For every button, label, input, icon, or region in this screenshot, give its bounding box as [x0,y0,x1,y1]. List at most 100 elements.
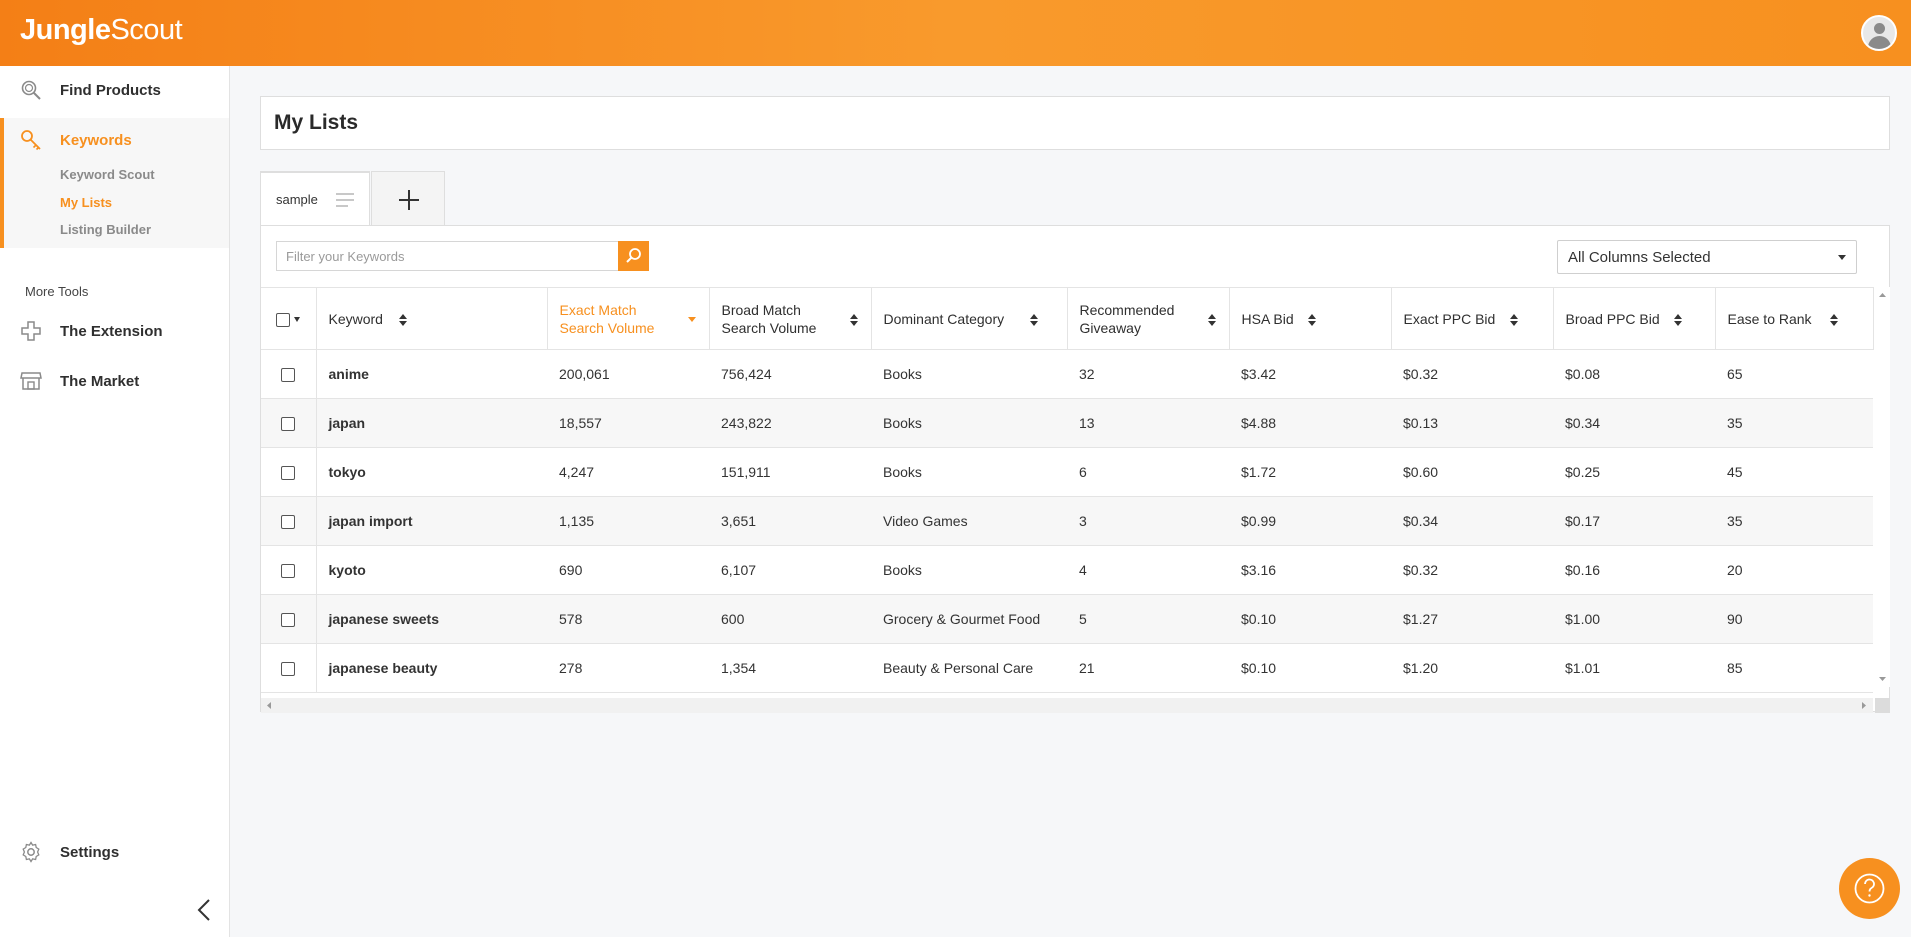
table-cell: Books [871,398,1067,448]
sidebar-item-label: Find Products [60,81,161,99]
keyword-cell: japan [316,398,547,448]
add-list-tab[interactable] [371,171,445,226]
scroll-arrows-icon [1879,293,1886,681]
table-cell: 65 [1715,349,1873,399]
horizontal-scrollbar[interactable] [261,698,1873,713]
table-cell: 35 [1715,398,1873,448]
row-checkbox[interactable] [281,515,296,530]
keywords-table: Keyword Exact Match Search Volume Broad … [261,287,1874,693]
header-ease-to-rank[interactable]: Ease to Rank [1715,287,1874,350]
header-dominant-category[interactable]: Dominant Category [871,287,1068,350]
header-broad-match-search-volume[interactable]: Broad Match Search Volume [709,287,872,350]
collapse-sidebar-icon[interactable] [195,898,215,922]
row-select-cell [261,496,317,546]
user-avatar[interactable] [1861,15,1897,51]
header-label: Keyword [328,310,383,327]
keyword-cell: anime [316,349,547,399]
avatar-head-shape [1874,23,1885,34]
table-row[interactable]: kyoto 690 6,107 Books 4 $3.16 $0.32 $0.16 20 [261,545,1873,595]
table-row[interactable]: anime 200,061 756,424 Books 32 $3.42 $0.32 $0.0… [261,349,1873,399]
header-hsa-bid[interactable]: HSA Bid [1229,287,1392,350]
keywords-panel: All Columns Selected Keyword Exact Match… [260,225,1890,713]
sidebar-item-label: Keywords [60,131,132,149]
scrollbar-corner [1875,698,1890,713]
sidebar-item-label: The Extension [60,322,163,340]
table-cell: 6,107 [709,545,871,595]
table-row[interactable]: japanese sweets 578 600 Grocery & Gourmet F… [261,594,1873,644]
table-cell: 85 [1715,643,1873,693]
page-title-box: My Lists [260,96,1890,150]
vertical-scrollbar[interactable] [1875,287,1890,687]
table-cell: 18,557 [547,398,709,448]
table-cell: $0.10 [1229,643,1391,693]
table-cell: 6 [1067,447,1229,497]
table-cell: 32 [1067,349,1229,399]
header-label: HSA Bid [1241,310,1294,327]
table-cell: Video Games [871,496,1067,546]
row-select-cell [261,545,317,595]
sort-icon [1307,314,1316,326]
row-checkbox[interactable] [281,613,296,628]
table-cell: 756,424 [709,349,871,399]
sidebar-sub-listing-builder[interactable]: Listing Builder [60,222,151,237]
header-exact-match-search-volume[interactable]: Exact Match Search Volume [547,287,710,350]
table-cell: $0.16 [1553,545,1715,595]
sidebar: Find Products Keywords Keyword Scout My … [0,66,230,937]
logo-word-2: Scout [110,14,183,46]
plus-icon [399,190,419,210]
table-row[interactable]: japanese beauty 278 1,354 Beauty & Personal… [261,643,1873,693]
table-cell: $0.60 [1391,447,1553,497]
sidebar-item-find-products[interactable]: Find Products [0,68,229,112]
header-broad-ppc-bid[interactable]: Broad PPC Bid [1553,287,1716,350]
sidebar-item-label: Settings [60,843,120,861]
table-cell: $3.42 [1229,349,1391,399]
list-menu-icon[interactable] [335,191,355,209]
table-cell: 278 [547,643,709,693]
table-row[interactable]: japan import 1,135 3,651 Video Games 3 $0.99 $… [261,496,1873,546]
table-cell: $0.17 [1553,496,1715,546]
sidebar-item-settings[interactable]: Settings [0,830,229,874]
row-checkbox[interactable] [281,417,296,432]
top-bar: JungleScout [0,0,1911,66]
help-button[interactable] [1839,858,1900,919]
table-cell: $0.10 [1229,594,1391,644]
header-label: Exact Match Search Volume [559,301,655,336]
row-checkbox[interactable] [281,564,296,579]
table-row[interactable]: japan 18,557 243,822 Books 13 $4.88 $0.13 $0.34… [261,398,1873,448]
header-label: Broad PPC Bid [1565,310,1660,327]
table-cell: $0.13 [1391,398,1553,448]
table-cell: 578 [547,594,709,644]
sidebar-sub-keyword-scout[interactable]: Keyword Scout [60,167,155,182]
filter-keywords-input[interactable] [276,241,621,271]
select-all-checkbox[interactable] [276,312,291,327]
table-row[interactable]: tokyo 4,247 151,911 Books 6 $1.72 $0.60 $0.25 45 [261,447,1873,497]
header-exact-ppc-bid[interactable]: Exact PPC Bid [1391,287,1554,350]
select-all-header [261,287,317,350]
header-label: Recommended Giveaway [1079,301,1175,336]
row-checkbox[interactable] [281,662,296,677]
sidebar-item-extension[interactable]: The Extension [0,309,229,353]
table-header-row: Keyword Exact Match Search Volume Broad … [261,287,1874,350]
sidebar-item-keywords[interactable]: Keywords [0,118,229,162]
search-button[interactable] [618,241,649,271]
columns-select-dropdown[interactable]: All Columns Selected [1557,240,1857,274]
key-icon [21,130,41,151]
keywords-section: Keywords Keyword Scout My Lists Listing … [0,118,229,248]
sort-icon [1029,314,1038,326]
sidebar-sub-my-lists[interactable]: My Lists [60,195,112,210]
sidebar-item-market[interactable]: The Market [0,359,229,403]
row-checkbox[interactable] [281,368,296,383]
table-cell: 600 [709,594,871,644]
select-options-caret[interactable] [294,317,301,323]
jungle-scout-logo[interactable]: JungleScout [20,14,183,47]
header-keyword[interactable]: Keyword [316,287,548,350]
table-cell: 20 [1715,545,1873,595]
header-recommended-giveaway[interactable]: Recommended Giveaway [1067,287,1230,350]
gear-icon [22,841,40,863]
row-checkbox[interactable] [281,466,296,481]
table-cell: $0.99 [1229,496,1391,546]
table-cell: Books [871,349,1067,399]
table-cell: $1.27 [1391,594,1553,644]
tab-sample[interactable]: sample [260,171,370,226]
header-label: Broad Match Search Volume [721,301,817,336]
